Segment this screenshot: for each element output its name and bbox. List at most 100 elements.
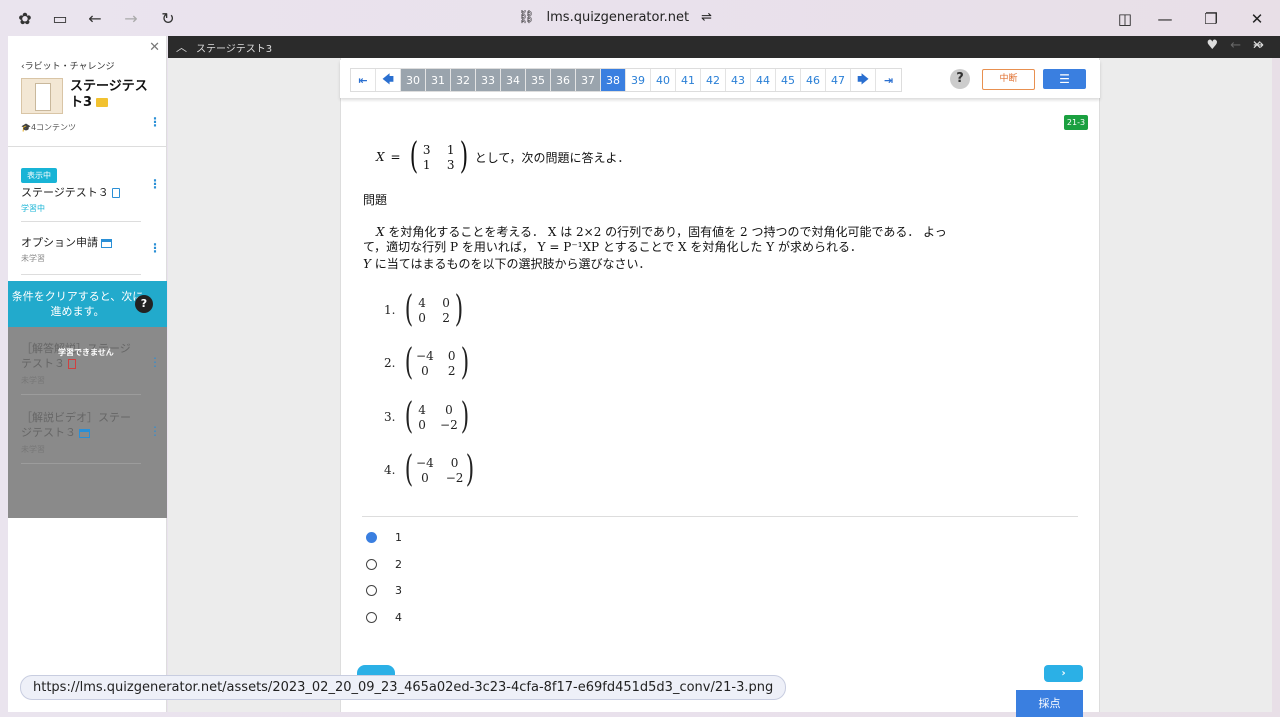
option-1: 1. (4 0 0 2)	[384, 289, 464, 330]
next-page-button[interactable]: 🡆	[851, 69, 876, 91]
header-edge	[1272, 36, 1280, 58]
page-button[interactable]: 39	[626, 69, 651, 91]
close-viewer-icon[interactable]: ✕	[1252, 38, 1262, 52]
sidebar-item-label: オプション申請	[21, 236, 98, 249]
answer-choice-1[interactable]: 1	[366, 531, 402, 544]
question-intro: X = ( 31 13 ) として，次の問題に答えよ．	[376, 136, 630, 177]
page-button[interactable]: 47	[826, 69, 851, 91]
sidebar-item-option[interactable]: オプション申請 未学習	[21, 235, 155, 264]
first-page-button[interactable]: ⇤	[351, 69, 376, 91]
help-button[interactable]: ?	[950, 69, 970, 89]
page-button[interactable]: 44	[751, 69, 776, 91]
prev-question-button[interactable]	[357, 665, 395, 675]
item-menu-icon: ⋮	[149, 355, 161, 369]
sidebar-item-status: 未学習	[21, 445, 45, 454]
close-sidebar-icon[interactable]: ✕	[149, 40, 160, 55]
sidebar-item-stage-test[interactable]: 表示中 ステージテスト３ 学習中	[21, 163, 155, 214]
page-button[interactable]: 43	[726, 69, 751, 91]
link-icon: ⛓	[518, 10, 535, 25]
question-body-line2: て，適切な行列 P を用いれば， Y = P⁻¹XP とすることで X を対角化…	[363, 240, 862, 254]
next-question-button[interactable]: ›	[1044, 665, 1083, 682]
page-button[interactable]: 41	[676, 69, 701, 91]
heart-icon[interactable]: ♥	[1207, 38, 1219, 53]
answer-choice-3[interactable]: 3	[366, 584, 402, 597]
question-toolbar: ⇤ 🡄 30 31 32 33 34 35 36 37 38 39 40 41 …	[340, 60, 1100, 98]
back-to-course-link[interactable]: ‹ラビット・チャレンジ	[21, 59, 115, 72]
course-sidebar: ✕ ‹ラビット・チャレンジ ステージテスト3 🎓4コンテンツ ⋮ 表示中 ステー…	[8, 36, 167, 712]
answer-choice-4[interactable]: 4	[366, 611, 402, 624]
page-button[interactable]: 40	[651, 69, 676, 91]
locked-label: 学習できません	[58, 348, 114, 357]
item-menu-icon: ⋮	[149, 424, 161, 438]
page-button[interactable]: 42	[701, 69, 726, 91]
course-title: ステージテスト3	[70, 79, 148, 110]
content-title: ステージテスト3	[196, 44, 273, 55]
current-page-button[interactable]: 38	[601, 69, 626, 91]
forward-arrow-icon[interactable]: →	[122, 9, 140, 28]
sidebar-item-status: 未学習	[21, 376, 45, 385]
split-view-icon[interactable]: ◫	[1115, 9, 1135, 29]
screen-icon	[79, 428, 90, 438]
divider	[21, 274, 141, 275]
choice-label: 1	[395, 531, 402, 544]
page-button[interactable]: 31	[426, 69, 451, 91]
list-menu-button[interactable]: ☰	[1043, 69, 1086, 89]
item-menu-icon[interactable]: ⋮	[149, 242, 161, 254]
link-preview-url: https://lms.quizgenerator.net/assets/202…	[20, 675, 787, 700]
prev-content-icon[interactable]: ←	[1230, 38, 1241, 53]
last-page-button[interactable]: ⇥	[876, 69, 901, 91]
close-window-icon[interactable]: ✕	[1247, 9, 1267, 29]
grade-button[interactable]: 採点	[1016, 690, 1083, 717]
locked-section: 条件をクリアすると、次に進めます。 ? ［解答解説］ステージテスト３ 未学習 学…	[8, 281, 167, 518]
collapse-chevron-icon[interactable]: ︿	[176, 39, 187, 55]
pdf-icon	[68, 359, 76, 369]
page-button[interactable]: 35	[526, 69, 551, 91]
radio-button[interactable]	[366, 585, 377, 596]
browser-toolbar: ✿ ▭ ← → ↻ ⛓ lms.quizgenerator.net ⇌ ◫ — …	[0, 0, 1280, 36]
option-4: 4. (−4 0 0 −2)	[384, 449, 475, 490]
contents-count: 🎓4コンテンツ	[21, 123, 77, 132]
sidebar-item-label: ［解説ビデオ］ステージテスト３	[21, 411, 131, 439]
folder-icon	[96, 98, 109, 107]
page-button[interactable]: 33	[476, 69, 501, 91]
page-button[interactable]: 30	[401, 69, 426, 91]
page-button[interactable]: 46	[801, 69, 826, 91]
tune-icon[interactable]: ⇌	[701, 10, 712, 25]
radio-button[interactable]	[366, 612, 377, 623]
page-button[interactable]: 36	[551, 69, 576, 91]
divider	[21, 394, 141, 395]
sidebar-item-video: ［解説ビデオ］ステージテスト３ 未学習	[21, 410, 141, 457]
page-button[interactable]: 34	[501, 69, 526, 91]
sidebar-item-status: 未学習	[21, 254, 45, 263]
url-text: lms.quizgenerator.net	[546, 10, 690, 25]
radio-button[interactable]	[366, 559, 377, 570]
radio-button[interactable]	[366, 532, 377, 543]
sidebar-toggle-icon[interactable]: ▭	[51, 9, 69, 28]
restore-icon[interactable]: ❐	[1201, 9, 1221, 29]
page-button[interactable]: 32	[451, 69, 476, 91]
minimize-icon[interactable]: —	[1155, 9, 1175, 29]
intro-text: として，次の問題に答えよ．	[474, 150, 630, 165]
item-menu-icon[interactable]: ⋮	[149, 178, 161, 190]
address-bar[interactable]: ⛓ lms.quizgenerator.net ⇌	[518, 10, 712, 25]
answer-choice-2[interactable]: 2	[366, 558, 402, 571]
question-body-line3: Y に当てはまるものを以下の選択肢から選びなさい．	[363, 257, 651, 271]
course-menu-icon[interactable]: ⋮	[149, 116, 161, 128]
pause-button[interactable]: 中断	[982, 69, 1035, 90]
help-icon[interactable]: ?	[135, 295, 153, 313]
divider	[362, 516, 1078, 517]
divider	[21, 221, 141, 222]
back-arrow-icon[interactable]: ←	[86, 9, 104, 28]
option-3: 3. (4 0 0 −2)	[384, 396, 469, 437]
reload-icon[interactable]: ↻	[159, 9, 177, 28]
page-button[interactable]: 45	[776, 69, 801, 91]
question-id-badge: 21-3	[1064, 115, 1088, 130]
page-button[interactable]: 37	[576, 69, 601, 91]
prev-page-button[interactable]: 🡄	[376, 69, 401, 91]
question-pager: ⇤ 🡄 30 31 32 33 34 35 36 37 38 39 40 41 …	[350, 68, 902, 92]
content-header-bar: ︿ ステージテスト3 ♥ ← →	[168, 36, 1272, 58]
sidebar-item-label: ステージテスト３	[21, 186, 109, 199]
document-icon	[111, 188, 120, 198]
app-logo-icon[interactable]: ✿	[16, 9, 34, 28]
sidebar-item-status: 学習中	[21, 204, 45, 213]
